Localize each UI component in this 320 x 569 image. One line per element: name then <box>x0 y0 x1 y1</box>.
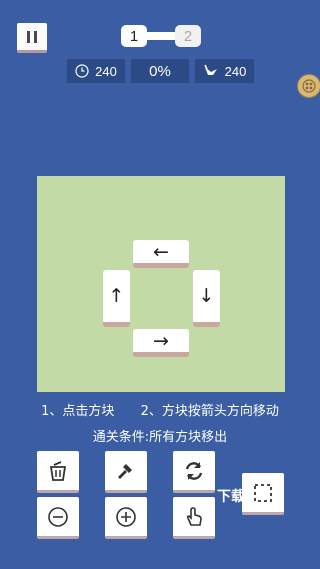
progress-value: 0% <box>149 62 171 80</box>
level-progress-bar <box>147 32 175 40</box>
game-board <box>37 176 285 392</box>
instruction-step1: 1、点击方块 <box>41 404 115 419</box>
moves-stat: 240 <box>195 59 254 83</box>
arrow-tile-left[interactable]: ← <box>133 240 189 268</box>
instruction-line: 1、点击方块 2、方块按箭头方向移动 <box>0 400 320 419</box>
pause-button[interactable] <box>17 23 47 53</box>
refresh-icon <box>185 461 203 480</box>
trash-button[interactable] <box>37 451 79 493</box>
current-level: 1 <box>121 25 147 47</box>
zoom-in-button[interactable] <box>105 497 147 539</box>
coin-icon <box>302 79 316 93</box>
pause-icon <box>25 30 39 43</box>
zoom-in-icon <box>116 506 136 527</box>
timer-stat: 240 <box>67 59 125 83</box>
instruction-step2: 2、方块按箭头方向移动 <box>140 404 279 419</box>
hand-button[interactable] <box>173 497 215 539</box>
select-icon <box>254 483 272 502</box>
progress-stat: 0% <box>131 59 189 83</box>
bird-icon <box>204 64 217 75</box>
level-indicator: 1 2 <box>121 25 201 47</box>
hand-icon <box>186 506 202 526</box>
hammer-icon <box>118 463 132 479</box>
coin-button[interactable] <box>297 74 320 98</box>
select-button[interactable] <box>242 473 284 515</box>
zoom-out-icon <box>48 506 68 527</box>
refresh-button[interactable] <box>173 451 215 493</box>
clock-icon <box>75 64 89 78</box>
moves-value: 240 <box>224 63 247 79</box>
trash-icon <box>49 460 67 481</box>
goal-text: 通关条件:所有方块移出 <box>92 430 228 445</box>
zoom-out-button[interactable] <box>37 497 79 539</box>
download-overlay-text[interactable]: 下载 <box>217 486 245 506</box>
next-level: 2 <box>175 25 201 47</box>
arrow-tile-right[interactable]: → <box>133 329 189 357</box>
hammer-button[interactable] <box>105 451 147 493</box>
arrow-tile-down[interactable]: ↓ <box>193 270 220 327</box>
timer-value: 240 <box>95 63 117 79</box>
arrow-tile-up[interactable]: ↑ <box>103 270 130 327</box>
